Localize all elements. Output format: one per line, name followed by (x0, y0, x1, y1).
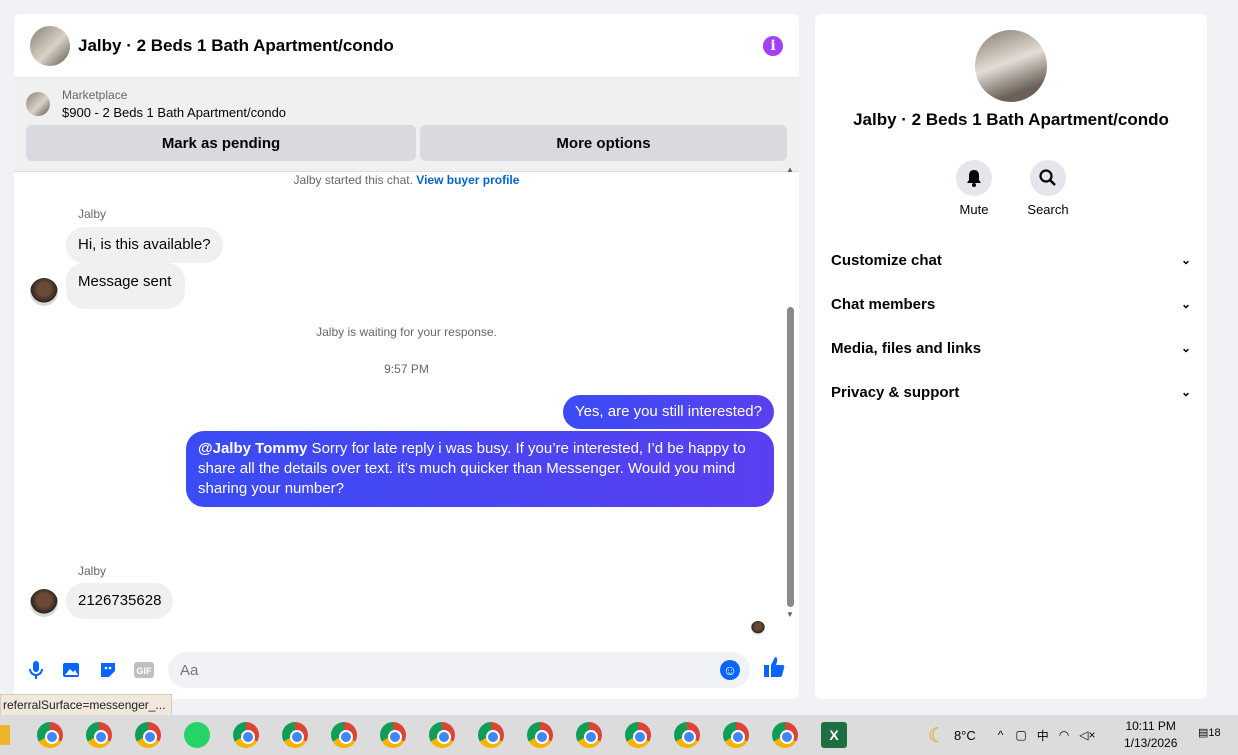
moon-weather-icon[interactable]: ☾ (928, 723, 946, 748)
chrome-icon[interactable] (331, 722, 357, 748)
incoming-message[interactable]: Message sent (66, 263, 186, 309)
ime-icon[interactable]: 中 (1037, 727, 1049, 744)
message-list: Jalby started this chat. View buyer prof… (14, 173, 799, 643)
details-menu: Customize chat ⌄ Chat members ⌄ Media, fil… (815, 238, 1207, 414)
emoji-icon[interactable]: ☺ (720, 660, 740, 680)
wifi-icon[interactable]: ◠ (1059, 728, 1069, 742)
waiting-notice: Jalby is waiting for your response. (316, 325, 497, 339)
chevron-down-icon: ⌄ (1180, 341, 1191, 355)
chevron-down-icon: ⌄ (1180, 253, 1191, 267)
scroll-thumb[interactable] (787, 307, 794, 607)
incoming-message[interactable]: 2126735628 (66, 583, 174, 619)
chrome-icon[interactable] (527, 722, 553, 748)
like-icon[interactable] (764, 656, 786, 684)
details-title: Jalby · 2 Beds 1 Bath Apartment/condo (853, 110, 1169, 129)
search-label: Search (1027, 202, 1069, 217)
windows-taskbar: X ☾ 8°C ^ ▢ 中 ◠ ◁× 10:11 PM 1/13/2026 ▤1… (0, 715, 1238, 755)
notification-count: 18 (1208, 727, 1221, 739)
chrome-icon[interactable] (625, 722, 651, 748)
mute-label: Mute (959, 202, 989, 217)
chevron-down-icon: ⌄ (1180, 385, 1191, 399)
composer: GIF ☺ (14, 641, 799, 699)
gif-icon[interactable]: GIF (134, 660, 154, 680)
chrome-icon[interactable] (723, 722, 749, 748)
sticker-icon[interactable] (98, 660, 118, 680)
messages-scrollbar[interactable]: ▲ ▼ (785, 161, 795, 629)
chrome-icon[interactable] (429, 722, 455, 748)
mark-pending-button[interactable]: Mark as pending (26, 125, 416, 161)
outgoing-message[interactable]: Yes, are you still interested? (562, 395, 774, 429)
outgoing-message[interactable]: @Jalby Tommy Sorry for late reply i was … (186, 431, 774, 507)
chrome-icon[interactable] (576, 722, 602, 748)
chrome-icon[interactable] (37, 722, 63, 748)
sender-avatar[interactable] (30, 589, 58, 617)
customize-chat-item[interactable]: Customize chat ⌄ (815, 238, 1207, 282)
file-explorer-icon[interactable] (0, 725, 10, 745)
chevron-down-icon: ⌄ (1180, 297, 1191, 311)
camera-icon[interactable]: ▢ (1015, 728, 1026, 742)
chrome-icon[interactable] (380, 722, 406, 748)
timestamp: 9:57 PM (384, 362, 429, 376)
photo-icon[interactable] (62, 660, 82, 680)
svg-text:GIF: GIF (137, 666, 153, 676)
chrome-icon[interactable] (772, 722, 798, 748)
status-url-tooltip: referralSurface=messenger_... (0, 694, 173, 716)
search-button[interactable]: Search (1027, 160, 1069, 217)
microphone-icon[interactable] (26, 660, 46, 680)
more-options-button[interactable]: More options (420, 125, 787, 161)
clock[interactable]: 10:11 PM 1/13/2026 (1124, 718, 1177, 752)
chat-panel: Jalby · 2 Beds 1 Bath Apartment/condo i … (14, 14, 799, 699)
clock-date: 1/13/2026 (1124, 736, 1178, 750)
listing-avatar[interactable] (30, 25, 70, 66)
chat-title[interactable]: Jalby · 2 Beds 1 Bath Apartment/condo (78, 36, 763, 56)
marketplace-label: Marketplace (62, 88, 128, 102)
listing-price[interactable]: $900 - 2 Beds 1 Bath Apartment/condo (62, 105, 286, 120)
whatsapp-icon[interactable] (184, 722, 210, 748)
mute-button[interactable]: Mute (954, 160, 994, 217)
clock-time: 10:11 PM (1125, 719, 1176, 733)
sender-name: Jalby (78, 207, 107, 221)
chrome-icon[interactable] (86, 722, 112, 748)
chevron-up-icon[interactable]: ^ (998, 728, 1004, 742)
listing-thumbnail[interactable] (26, 92, 50, 116)
incoming-message[interactable]: Hi, is this available? (66, 227, 223, 263)
excel-icon[interactable]: X (821, 722, 847, 748)
message-input-box[interactable]: ☺ (168, 652, 750, 688)
notification-center[interactable]: ▤18 (1198, 726, 1221, 739)
chrome-icon[interactable] (135, 722, 161, 748)
message-input[interactable] (180, 661, 700, 679)
view-buyer-profile-link[interactable]: View buyer profile (416, 173, 519, 187)
chat-header: Jalby · 2 Beds 1 Bath Apartment/condo i (14, 14, 799, 78)
weather-temp[interactable]: 8°C (954, 728, 976, 743)
sender-name: Jalby (78, 564, 107, 578)
conversation-details-panel: Jalby · 2 Beds 1 Bath Apartment/condo Mu… (815, 14, 1207, 699)
listing-photo[interactable] (975, 30, 1047, 102)
media-files-links-item[interactable]: Media, files and links ⌄ (815, 326, 1207, 370)
marketplace-bar: Marketplace $900 - 2 Beds 1 Bath Apartme… (14, 78, 799, 172)
chat-started-notice: Jalby started this chat. View buyer prof… (293, 173, 520, 187)
info-icon[interactable]: i (763, 35, 783, 56)
chrome-icon[interactable] (233, 722, 259, 748)
mention[interactable]: @Jalby Tommy (198, 440, 307, 457)
speaker-muted-icon[interactable]: ◁× (1079, 728, 1095, 742)
sender-avatar[interactable] (30, 278, 58, 306)
chrome-icon[interactable] (282, 722, 308, 748)
chrome-icon[interactable] (674, 722, 700, 748)
scroll-down-arrow[interactable]: ▼ (785, 610, 795, 620)
scroll-up-arrow[interactable]: ▲ (785, 165, 795, 175)
system-tray: ☾ 8°C ^ ▢ 中 ◠ ◁× (928, 715, 1096, 755)
chrome-icon[interactable] (478, 722, 504, 748)
search-icon[interactable] (1030, 160, 1066, 196)
privacy-support-item[interactable]: Privacy & support ⌄ (815, 370, 1207, 414)
bell-icon[interactable] (956, 160, 992, 196)
chat-members-item[interactable]: Chat members ⌄ (815, 282, 1207, 326)
seen-avatar (751, 621, 765, 635)
